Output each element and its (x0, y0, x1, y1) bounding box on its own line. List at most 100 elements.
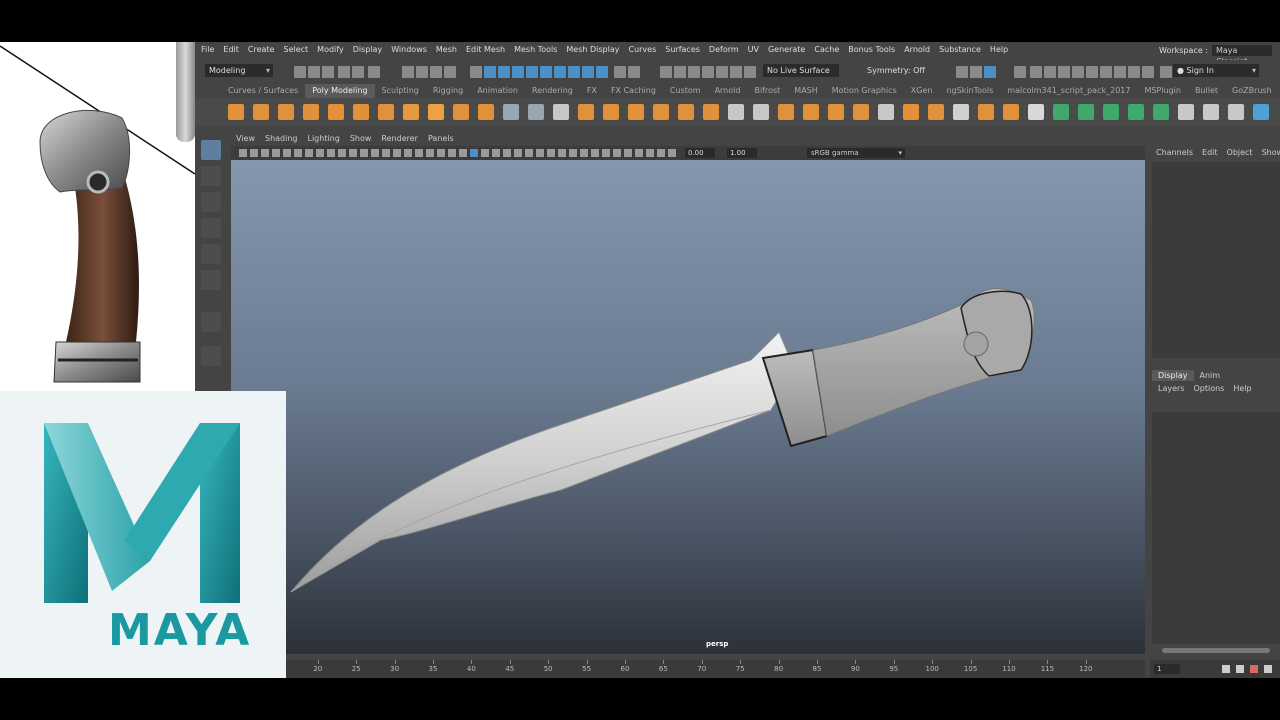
panel-tool-icon[interactable] (360, 149, 368, 157)
menu-substance[interactable]: Substance (939, 45, 981, 54)
symmetry-dropdown[interactable]: Symmetry: Off (863, 64, 931, 77)
shelf-tool-icon[interactable] (1128, 104, 1144, 120)
menu-uv[interactable]: UV (748, 45, 759, 54)
status-tool-icon[interactable] (322, 66, 334, 78)
menuset-dropdown[interactable]: Modeling ▾ (205, 64, 273, 77)
panel-tool-icon[interactable] (261, 149, 269, 157)
shelf-tool-icon[interactable] (278, 104, 294, 120)
panel-tool-icon[interactable] (657, 149, 665, 157)
shelf-tab-motion-graphics[interactable]: Motion Graphics (825, 84, 904, 98)
shelf-tool-icon[interactable] (828, 104, 844, 120)
status-tool-icon[interactable] (484, 66, 496, 78)
panel-tool-icon[interactable] (371, 149, 379, 157)
shelf-tab-gozbrush[interactable]: GoZBrush (1225, 84, 1279, 98)
status-tool-icon[interactable] (730, 66, 742, 78)
workspace-dropdown[interactable]: Maya Classic* (1212, 45, 1272, 66)
status-tool-icon[interactable] (716, 66, 728, 78)
live-surface-field[interactable]: No Live Surface (763, 64, 839, 77)
shelf-tab-rendering[interactable]: Rendering (525, 84, 580, 98)
step-back-icon[interactable] (1236, 665, 1244, 673)
shelf-tool-icon[interactable] (678, 104, 694, 120)
status-tool-icon[interactable] (582, 66, 594, 78)
panel-tool-icon[interactable] (624, 149, 632, 157)
scale-tool-icon[interactable] (201, 270, 221, 290)
panel-tool-icon[interactable] (316, 149, 324, 157)
status-tool-icon[interactable] (660, 66, 672, 78)
shelf-tab-fx[interactable]: FX (580, 84, 604, 98)
panel-tool-icon[interactable] (459, 149, 467, 157)
shelf-tool-icon[interactable] (1178, 104, 1194, 120)
status-tool-icon[interactable] (352, 66, 364, 78)
status-tool-icon[interactable] (402, 66, 414, 78)
shelf-tool-icon[interactable] (1028, 104, 1044, 120)
panel-menu-view[interactable]: View (236, 134, 255, 146)
panel-tool-icon[interactable] (382, 149, 390, 157)
panel-tool-icon[interactable] (591, 149, 599, 157)
status-tool-icon[interactable] (416, 66, 428, 78)
go-to-start-icon[interactable] (1222, 665, 1230, 673)
panel-tool-icon[interactable] (492, 149, 500, 157)
shelf-tool-icon[interactable] (953, 104, 969, 120)
status-tool-icon[interactable] (568, 66, 580, 78)
layer-menu-help[interactable]: Help (1233, 384, 1251, 393)
panel-tool-icon[interactable] (327, 149, 335, 157)
layer-tab-anim[interactable]: Anim (1194, 370, 1227, 381)
horizontal-scrollbar[interactable] (1162, 648, 1270, 653)
shelf-tool-icon[interactable] (1103, 104, 1119, 120)
shelf-tool-icon[interactable] (1078, 104, 1094, 120)
status-tool-icon[interactable] (956, 66, 968, 78)
panel-tool-icon[interactable] (448, 149, 456, 157)
shelf-tab-mash[interactable]: MASH (787, 84, 824, 98)
panel-tool-icon[interactable] (415, 149, 423, 157)
menu-bonus-tools[interactable]: Bonus Tools (848, 45, 895, 54)
shelf-tool-icon[interactable] (653, 104, 669, 120)
status-tool-icon[interactable] (1030, 66, 1042, 78)
menu-mesh-tools[interactable]: Mesh Tools (514, 45, 557, 54)
menu-modify[interactable]: Modify (317, 45, 344, 54)
shelf-tool-icon[interactable] (478, 104, 494, 120)
shelf-tool-icon[interactable] (503, 104, 519, 120)
channel-menu-channels[interactable]: Channels (1156, 148, 1193, 157)
panel-tool-icon[interactable] (404, 149, 412, 157)
shelf-tab-malcolm341-script-pack-2017[interactable]: malcolm341_script_pack_2017 (1000, 84, 1137, 98)
status-tool-icon[interactable] (628, 66, 640, 78)
panel-tool-icon[interactable] (272, 149, 280, 157)
status-tool-icon[interactable] (470, 66, 482, 78)
panel-menu-renderer[interactable]: Renderer (381, 134, 418, 146)
panel-menu-panels[interactable]: Panels (428, 134, 454, 146)
play-back-icon[interactable] (1264, 665, 1272, 673)
persp-viewport[interactable]: persp (231, 160, 1145, 654)
shelf-tool-icon[interactable] (228, 104, 244, 120)
status-tool-icon[interactable] (526, 66, 538, 78)
shelf-tool-icon[interactable] (803, 104, 819, 120)
status-tool-icon[interactable] (1100, 66, 1112, 78)
panel-tool-icon[interactable] (580, 149, 588, 157)
shelf-tool-icon[interactable] (528, 104, 544, 120)
status-tool-icon[interactable] (430, 66, 442, 78)
status-tool-icon[interactable] (614, 66, 626, 78)
panel-tool-icon[interactable] (558, 149, 566, 157)
status-tool-icon[interactable] (970, 66, 982, 78)
status-tool-icon[interactable] (1044, 66, 1056, 78)
panel-tool-icon[interactable] (569, 149, 577, 157)
status-tool-icon[interactable] (1058, 66, 1070, 78)
status-tool-icon[interactable] (498, 66, 510, 78)
shelf-tool-icon[interactable] (253, 104, 269, 120)
panel-tool-icon[interactable] (481, 149, 489, 157)
exposure-field[interactable]: 0.00 (685, 148, 715, 158)
key-back-icon[interactable] (1250, 665, 1258, 673)
menu-curves[interactable]: Curves (628, 45, 656, 54)
shelf-tool-icon[interactable] (403, 104, 419, 120)
panel-tool-icon[interactable] (250, 149, 258, 157)
menu-cache[interactable]: Cache (814, 45, 839, 54)
status-tool-icon[interactable] (1072, 66, 1084, 78)
shelf-tool-icon[interactable] (1253, 104, 1269, 120)
workspace-selector[interactable]: Workspace : Maya Classic* (1159, 45, 1272, 66)
status-tool-icon[interactable] (744, 66, 756, 78)
status-tool-icon[interactable] (1114, 66, 1126, 78)
menu-windows[interactable]: Windows (391, 45, 427, 54)
menu-help[interactable]: Help (990, 45, 1008, 54)
status-tool-icon[interactable] (294, 66, 306, 78)
menu-generate[interactable]: Generate (768, 45, 805, 54)
shelf-tool-icon[interactable] (903, 104, 919, 120)
